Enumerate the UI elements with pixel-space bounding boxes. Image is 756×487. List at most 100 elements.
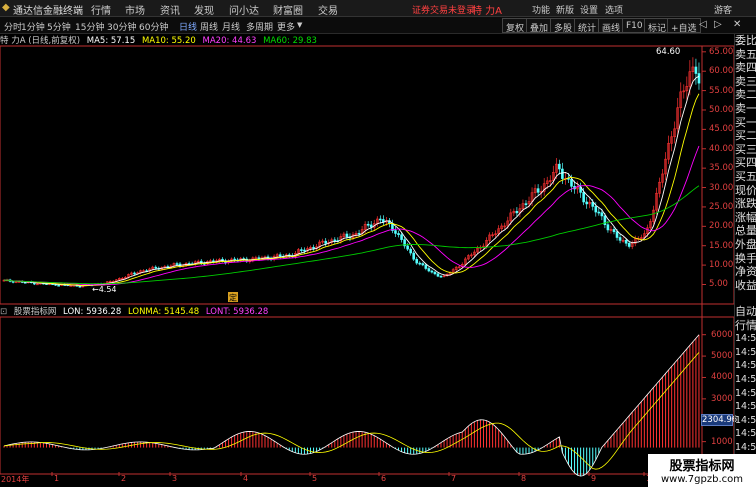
candle-body xyxy=(57,284,60,287)
quote-row-label: 现价 xyxy=(735,183,756,197)
candle-body xyxy=(582,192,585,203)
quote-row-label: 委比 xyxy=(735,34,756,47)
tick-row-label: 14:50 xyxy=(735,333,756,345)
time-tick: 8 xyxy=(521,474,527,483)
quote-row-label: 买三 xyxy=(735,142,756,156)
watermark: 股票指标网 www.7gpzb.com xyxy=(648,454,756,487)
quote-row-label: 收益 xyxy=(735,278,756,292)
candle-body xyxy=(409,248,412,254)
tick-row-label: 自动 xyxy=(735,305,756,318)
candle-body xyxy=(694,66,698,74)
price-tick: 30.00 xyxy=(709,182,734,193)
time-tick: 2014年 xyxy=(1,475,30,484)
quote-row-label: 卖四 xyxy=(735,61,756,75)
tick-row-label: 14:50 xyxy=(735,373,756,385)
trading-terminal: ◆ 通达信金融终端 行情 市场 资讯 发现 问小达 财富圈 交易 证券交易未登录… xyxy=(0,0,756,487)
candle-body xyxy=(397,233,400,236)
candle-body xyxy=(233,258,236,261)
quote-row-label: 涨跌 xyxy=(735,197,756,211)
candle-body xyxy=(436,273,440,277)
tick-row-label: 14:50 xyxy=(735,441,756,453)
quote-row-label: 买五 xyxy=(735,169,756,183)
time-tick: 3 xyxy=(172,474,178,483)
price-tick: 55.00 xyxy=(709,85,734,96)
indicator-tick: 1000 xyxy=(711,436,733,447)
quote-row-label: 卖二 xyxy=(735,88,756,102)
price-tick: 45.00 xyxy=(709,124,734,135)
candle-body xyxy=(175,263,179,265)
candle-body xyxy=(585,201,588,205)
main-chart-frame xyxy=(0,45,735,305)
candle-body xyxy=(427,268,431,272)
quote-row-label: 总量 xyxy=(735,224,756,238)
low-price-label: ←4.54 xyxy=(92,285,117,294)
price-tick: 65.00 xyxy=(709,46,734,57)
candle-body xyxy=(300,249,303,251)
lon-line xyxy=(3,334,700,477)
price-tick: 5.00 xyxy=(709,279,728,290)
tick-row-label: 行情 xyxy=(735,318,756,332)
candle-body xyxy=(303,249,306,252)
candle-body xyxy=(412,252,415,260)
candle-body xyxy=(154,266,158,269)
watermark-url: www.7gpzb.com xyxy=(661,474,743,485)
candle-body xyxy=(366,223,370,226)
candle-body xyxy=(627,242,631,247)
candle-body xyxy=(536,188,540,193)
indicator-tick: 3000 xyxy=(711,393,733,404)
tick-row-label: 14:50 xyxy=(735,387,756,399)
candle-body xyxy=(615,231,619,238)
candle-body xyxy=(606,224,610,231)
price-tick: 40.00 xyxy=(709,143,734,154)
time-tick: 7 xyxy=(451,474,457,483)
candle-body xyxy=(624,239,628,244)
time-tick: 2 xyxy=(121,474,127,483)
candle-body xyxy=(433,271,437,275)
candle-body xyxy=(439,275,443,278)
candle-body xyxy=(333,239,337,242)
candle-body xyxy=(524,203,528,205)
quote-row-label: 外盘 xyxy=(735,237,756,251)
tick-row-label: 14:50 xyxy=(735,401,756,413)
candle-body xyxy=(406,245,409,250)
marker-text: 定 xyxy=(229,293,237,303)
price-tick: 50.00 xyxy=(709,104,734,115)
candle-body xyxy=(415,258,419,264)
candle-body xyxy=(600,212,604,217)
ma20-line xyxy=(3,145,700,286)
quote-panel[interactable]: 委比 卖五 卖四 卖三 卖二 卖一 买一 买二 买三 买四 买五 现价 涨跌 涨幅 总量 外盘 换手 净资 收益 xyxy=(734,34,756,305)
indicator-tick: 4000 xyxy=(711,372,733,383)
candle-body xyxy=(379,218,382,221)
candle-body xyxy=(570,178,573,187)
candle-body xyxy=(78,285,82,288)
candle-body xyxy=(11,281,15,283)
candle-body xyxy=(421,263,425,266)
price-tick: 15.00 xyxy=(709,240,734,251)
candle-body xyxy=(618,237,622,241)
time-tick: 6 xyxy=(381,474,387,483)
quote-row-label: 卖五 xyxy=(735,47,756,61)
candle-body xyxy=(312,246,315,249)
candle-body xyxy=(345,233,349,238)
time-tick: 4 xyxy=(243,474,249,483)
candle-body xyxy=(212,260,215,263)
quote-row-label: 涨幅 xyxy=(735,210,756,224)
tick-row-label: 14:50 xyxy=(735,360,756,372)
quote-row-label: 买二 xyxy=(735,129,756,143)
chart-canvas[interactable]: 64.60 ←4.54 定 xyxy=(0,0,756,487)
candle-body xyxy=(400,234,403,240)
price-tick: 10.00 xyxy=(709,260,734,271)
candle-body xyxy=(357,232,361,235)
price-tick: 35.00 xyxy=(709,163,734,174)
candle-body xyxy=(594,206,598,213)
candle-body xyxy=(324,240,327,244)
time-tick: 5 xyxy=(312,474,318,483)
watermark-title: 股票指标网 xyxy=(669,459,735,474)
candle-body xyxy=(133,272,136,275)
tick-row-label: 14:50 xyxy=(735,428,756,440)
ma10-line xyxy=(3,93,700,286)
candle-body xyxy=(597,211,601,214)
quote-row-label: 买四 xyxy=(735,156,756,170)
quote-row-label: 卖三 xyxy=(735,74,756,88)
time-tick: 1 xyxy=(54,474,60,483)
